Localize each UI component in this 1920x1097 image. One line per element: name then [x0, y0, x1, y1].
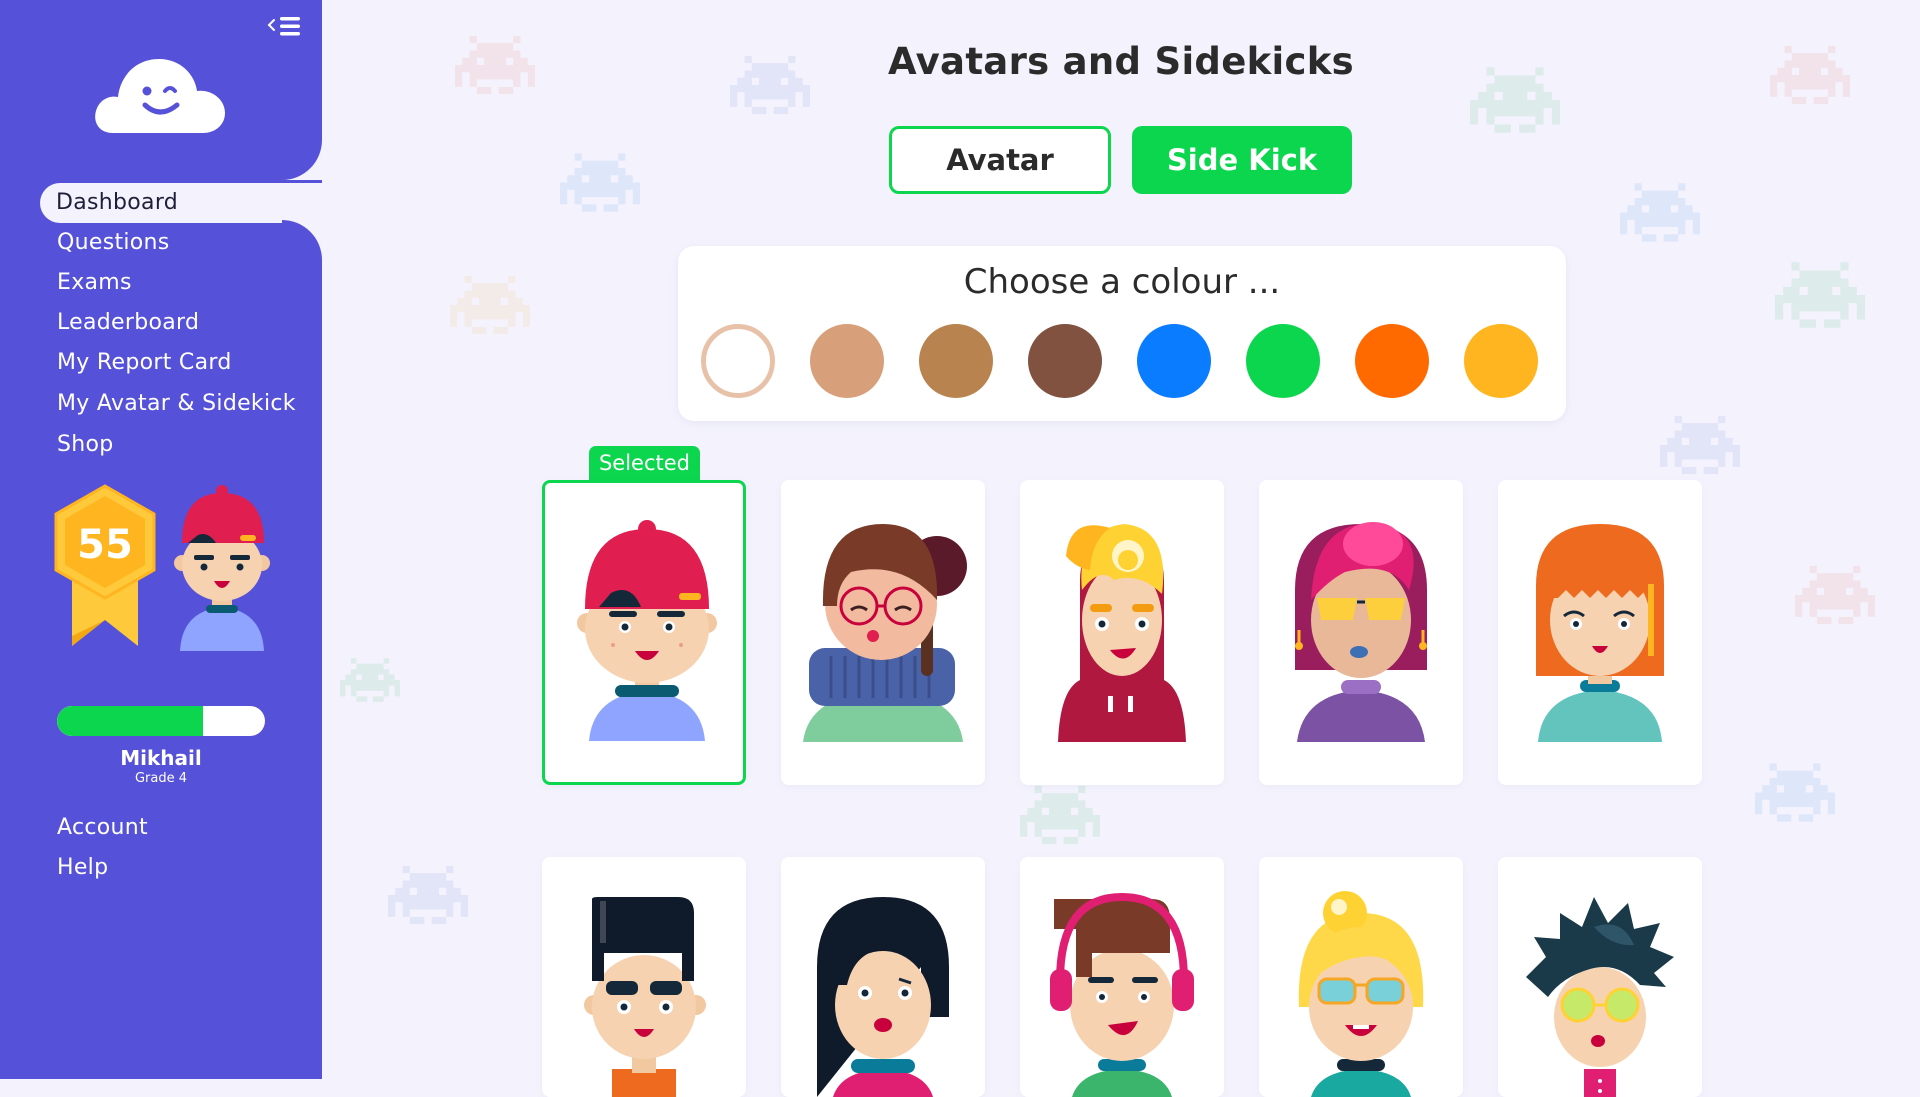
colour-swatch[interactable]	[1355, 324, 1429, 398]
avatar-card-blonde-hoodie-boy[interactable]	[1020, 480, 1224, 785]
avatar-card-spiky-hair-boy[interactable]	[1498, 857, 1702, 1097]
avatar-card-bob-hair-girl[interactable]	[781, 857, 985, 1097]
avatar-card-orange-hair-girl[interactable]	[1498, 480, 1702, 785]
colour-swatch[interactable]	[1028, 324, 1102, 398]
nav-avatar-sidekick[interactable]: My Avatar & Sidekick	[0, 384, 322, 424]
nav-dashboard[interactable]: Dashboard	[40, 183, 324, 223]
secondary-nav: Account Help	[0, 808, 322, 888]
avatar-card-headphones-boy[interactable]	[1020, 857, 1224, 1097]
xp-progress-bar	[57, 706, 265, 736]
colour-prompt: Choose a colour ...	[963, 262, 1281, 302]
user-avatar[interactable]	[168, 483, 276, 651]
tab-sidekick[interactable]: Side Kick	[1132, 126, 1352, 194]
nav-leaderboard[interactable]: Leaderboard	[0, 303, 322, 343]
main-nav: Dashboard Questions Exams Leaderboard My…	[0, 183, 324, 465]
colour-swatch[interactable]	[1137, 324, 1211, 398]
user-name: Mikhail	[120, 746, 202, 770]
nav-shop[interactable]: Shop	[0, 425, 322, 465]
colour-swatch[interactable]	[701, 324, 775, 398]
colour-swatch[interactable]	[1464, 324, 1538, 398]
avatar-card-pink-hair-girl[interactable]	[1259, 480, 1463, 785]
page-title: Avatars and Sidekicks	[888, 40, 1354, 83]
cloud-smile-logo[interactable]	[93, 55, 228, 135]
nav-account[interactable]: Account	[0, 808, 322, 848]
nav-exams[interactable]: Exams	[0, 263, 322, 303]
avatar-card-glasses-girl-bun[interactable]	[781, 480, 985, 785]
colour-swatch[interactable]	[810, 324, 884, 398]
avatar-card-red-cap-boy[interactable]	[542, 480, 746, 785]
colour-swatch[interactable]	[919, 324, 993, 398]
selected-tag: Selected	[589, 446, 700, 481]
sidebar: Dashboard Questions Exams Leaderboard My…	[0, 0, 324, 1079]
nav-report-card[interactable]: My Report Card	[0, 343, 322, 383]
colour-swatch[interactable]	[1246, 324, 1320, 398]
tab-avatar[interactable]: Avatar	[889, 126, 1111, 194]
level-badge: 55	[52, 484, 158, 649]
level-number: 55	[77, 522, 133, 568]
nav-questions[interactable]: Questions	[0, 223, 322, 263]
avatar-card-blonde-glasses-girl[interactable]	[1259, 857, 1463, 1097]
colour-picker: Choose a colour ...	[678, 246, 1566, 421]
xp-progress-fill	[57, 706, 203, 736]
collapse-menu-icon[interactable]	[266, 12, 308, 42]
nav-help[interactable]: Help	[0, 848, 322, 888]
avatar-card-black-hair-boy[interactable]	[542, 857, 746, 1097]
user-grade: Grade 4	[134, 771, 188, 786]
